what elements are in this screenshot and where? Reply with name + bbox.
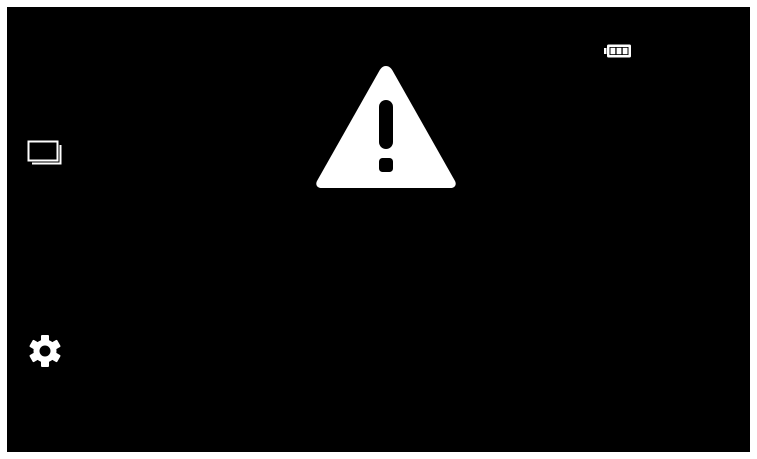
battery-full-icon xyxy=(604,44,631,58)
alert-message: Please attach the probe before turning o… xyxy=(0,343,757,423)
gallery-icon[interactable] xyxy=(27,140,63,168)
alert-title: No Probe Attached xyxy=(219,248,538,287)
alert-message-line: Please attach the probe xyxy=(220,346,537,379)
warning-triangle-icon xyxy=(316,66,456,188)
alert-message-line: before turning on device xyxy=(217,386,540,419)
